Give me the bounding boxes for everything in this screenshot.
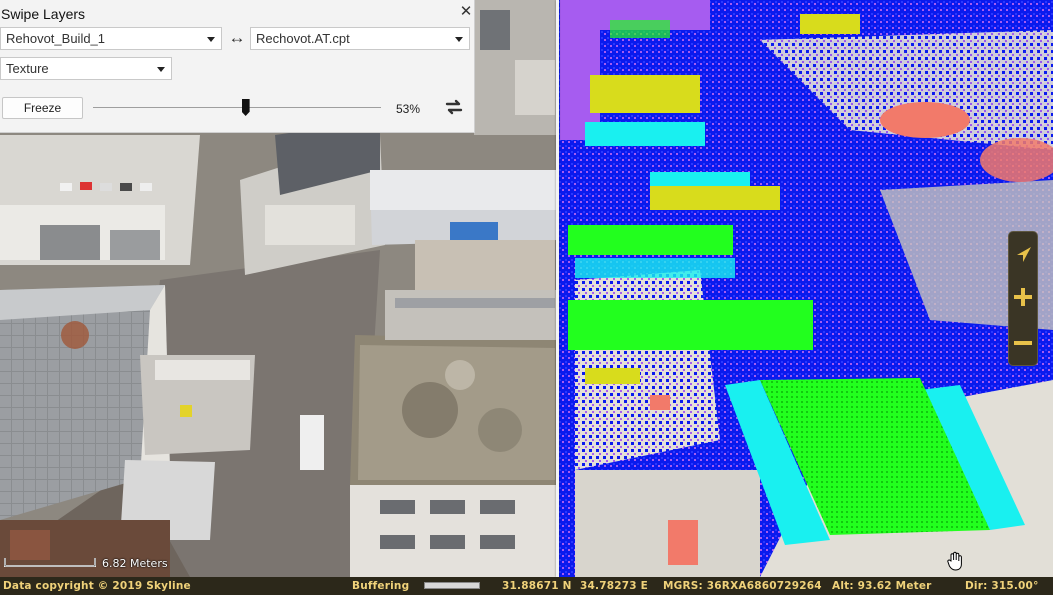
point-cloud-side [558,0,1053,577]
swipe-divider-line[interactable] [556,0,559,577]
slider-thumb[interactable] [241,99,250,116]
left-layer-value: Rehovot_Build_1 [6,31,106,46]
panel-title: Swipe Layers [1,6,86,22]
left-layer-select[interactable]: Rehovot_Build_1 [0,27,222,50]
longitude-readout: 34.78273 E [580,580,648,592]
direction-readout: Dir: 315.00° [965,580,1039,592]
close-button[interactable]: ✕ [458,4,474,20]
right-layer-select[interactable]: Rechovot.AT.cpt [250,27,470,50]
swipe-mode-value: Texture [6,61,49,76]
plus-icon[interactable] [1011,285,1035,309]
swap-arrow-icon: ↔ [228,28,246,47]
status-bar: Data copyright © 2019 Skyline Buffering … [0,577,1053,595]
right-layer-value: Rechovot.AT.cpt [256,31,350,46]
swipe-percent-label: 53% [396,102,421,116]
mgrs-readout: MGRS: 36RXA6860729264 [663,580,822,592]
hand-cursor-icon [947,551,962,571]
copyright-text: Data copyright © 2019 Skyline [3,580,191,592]
scale-label: 6.82 Meters [102,557,168,570]
compass-arrow-icon[interactable] [1011,243,1035,267]
refresh-icon[interactable] [442,95,466,119]
chevron-down-icon [455,37,463,42]
slider-track [93,107,381,108]
swipe-layers-panel: Swipe Layers ✕ Rehovot_Build_1 ↔ Rechovo… [0,0,475,133]
buffering-label: Buffering [352,580,410,592]
latitude-readout: 31.88671 N [502,580,572,592]
minus-icon[interactable] [1011,331,1035,355]
freeze-button[interactable]: Freeze [2,97,83,119]
buffering-progress-bar [424,582,480,589]
altitude-readout: Alt: 93.62 Meter [832,580,932,592]
swipe-position-slider[interactable] [93,97,381,119]
navigation-control [1008,231,1038,366]
scale-bar [4,558,96,567]
chevron-down-icon [157,67,165,72]
swipe-mode-select[interactable]: Texture [0,57,172,80]
chevron-down-icon [207,37,215,42]
